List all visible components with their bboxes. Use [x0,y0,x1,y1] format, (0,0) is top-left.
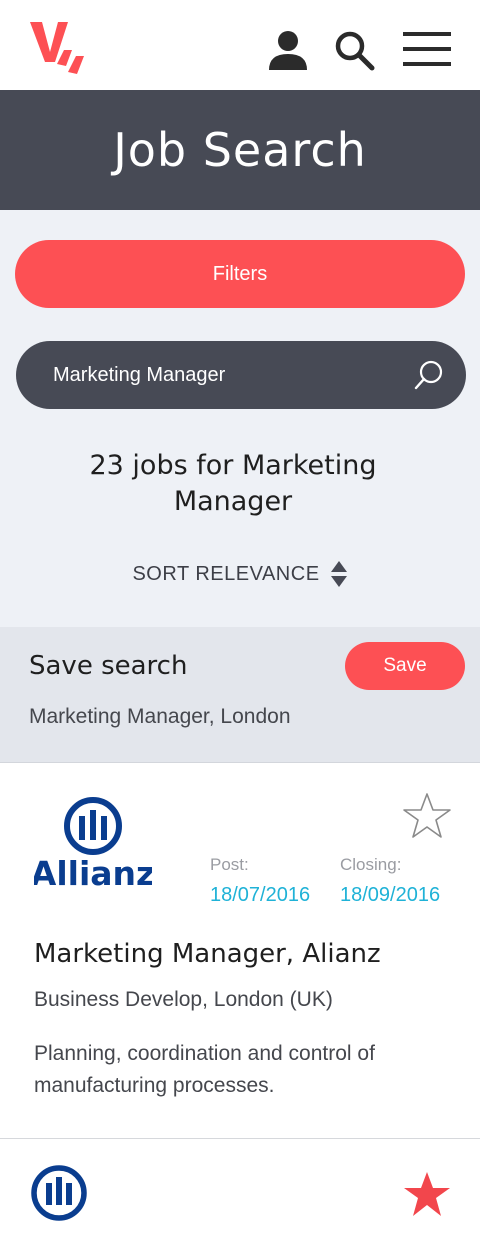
saved-query: Marketing Manager, London [29,705,291,728]
company-name: Allianz [34,854,152,888]
search-panel: Filters 23 jobs for Marketing Manager SO… [0,210,480,627]
favorite-star-filled-icon[interactable] [402,1170,452,1218]
allianz-logo-icon: Allianz [31,797,155,893]
sort-control[interactable]: SORT RELEVANCE [0,560,480,588]
closing-date-value: 18/09/2016 [340,884,441,906]
hamburger-menu-icon[interactable] [402,28,452,72]
save-search-button[interactable]: Save [345,642,465,690]
search-field[interactable] [16,341,466,409]
results-count: 23 jobs for Marketing Manager [89,450,377,517]
search-input[interactable] [53,363,412,387]
job-description: Planning, coordination and control of ma… [34,1042,375,1097]
closing-date-label: Closing: [340,855,402,874]
allianz-logo-icon [31,1165,87,1221]
post-date-value: 18/07/2016 [210,884,311,906]
post-date-label: Post: [210,855,249,874]
closing-date-block: Closing: 18/09/2016 [340,855,440,907]
job-title[interactable]: Marketing Manager, Alianz [34,939,381,969]
title-banner: Job Search [0,90,480,210]
top-bar [0,0,480,90]
favorite-star-icon[interactable] [402,791,452,841]
job-card[interactable]: Allianz Post: 18/07/2016 Closing: 18/09/… [0,763,480,1139]
user-icon[interactable] [266,28,310,72]
sort-arrows-icon [330,561,347,587]
search-submit-icon[interactable] [412,358,446,392]
job-department-location: Business Develop, London (UK) [34,988,333,1011]
save-search-panel: Save search Save Marketing Manager, Lond… [0,627,480,763]
page-title: Job Search [113,123,367,177]
search-icon[interactable] [332,28,376,72]
filters-button[interactable]: Filters [15,240,465,308]
sort-label: SORT RELEVANCE [132,562,320,585]
job-card[interactable] [0,1140,480,1240]
company-logo: Allianz [31,796,155,893]
brand-logo-icon[interactable] [28,16,92,78]
post-date-block: Post: 18/07/2016 [210,855,310,907]
save-search-title: Save search [29,651,188,681]
